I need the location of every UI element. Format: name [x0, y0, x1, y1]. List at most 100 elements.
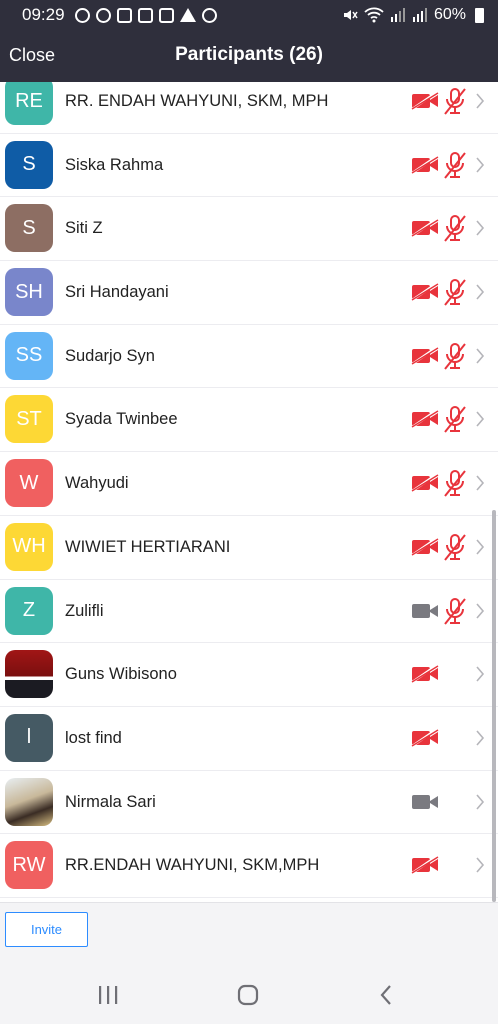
avatar [5, 650, 53, 699]
participant-name: lost find [65, 728, 122, 747]
mic-muted-icon [444, 342, 466, 370]
mic-muted-icon [444, 597, 466, 625]
video-on-icon [412, 603, 438, 618]
participant-row[interactable]: Nirmala Sari [0, 770, 498, 835]
participant-name: Syada Twinbee [65, 410, 178, 429]
video-off-icon [411, 665, 439, 684]
video-off-icon [411, 346, 439, 365]
alert-icon [179, 8, 196, 22]
video-off-icon [411, 474, 439, 493]
participant-name: Guns Wibisono [65, 665, 177, 684]
header: Close Participants (26) [0, 30, 498, 82]
wifi-icon [364, 7, 384, 23]
chevron-right-icon [476, 666, 485, 682]
video-off-icon [411, 155, 439, 174]
message-icon [116, 7, 132, 23]
participants-list[interactable]: RE RR. ENDAH WAHYUNI, SKM, MPH S Siska Rahm… [0, 82, 498, 902]
chevron-right-icon [476, 93, 485, 109]
mic-muted-icon [444, 406, 466, 434]
mic-muted-icon [444, 533, 466, 561]
video-off-icon [411, 728, 439, 747]
participant-name: Sudarjo Syn [65, 346, 155, 365]
signal-icon [412, 8, 427, 22]
participant-row[interactable]: S Siska Rahma [0, 133, 498, 198]
recent-apps-icon[interactable] [96, 984, 120, 1006]
avatar: ST [5, 395, 53, 444]
whatsapp-icon [201, 7, 217, 23]
participant-row[interactable]: l lost find [0, 706, 498, 771]
participant-row[interactable]: SH Sri Handayani [0, 261, 498, 325]
avatar: SS [5, 331, 53, 380]
participant-row[interactable]: RE RR. ENDAH WAHYUNI, SKM, MPH [0, 82, 498, 134]
participant-name: WIWIET HERTIARANI [65, 537, 231, 556]
participant-row[interactable]: SS Sudarjo Syn [0, 324, 498, 389]
mic-muted-icon [444, 151, 466, 179]
chevron-right-icon [476, 602, 485, 619]
video-off-icon [411, 856, 439, 875]
mic-muted-icon [444, 470, 466, 497]
avatar: l [5, 713, 53, 762]
status-bar: 09:29 60% [0, 0, 498, 30]
participant-row[interactable]: Guns Wibisono [0, 643, 498, 707]
video-off-icon [411, 92, 439, 110]
participant-name: Siska Rahma [65, 155, 164, 174]
avatar: Z [5, 586, 53, 635]
signal-icon [390, 8, 405, 22]
chevron-right-icon [476, 857, 485, 873]
avatar: WH [5, 522, 53, 571]
video-off-icon [411, 219, 439, 238]
video-off-icon [411, 283, 439, 302]
chevron-right-icon [476, 539, 485, 555]
participant-name: RR. ENDAH WAHYUNI, SKM, MPH [65, 92, 329, 110]
participants-screen: 09:29 60% Close Participants (26) RE RR. … [0, 0, 498, 1024]
battery-text: 60% [433, 6, 466, 23]
participant-name: Sri Handayani [65, 283, 169, 302]
avatar: RW [5, 841, 53, 890]
video-icon [158, 7, 174, 23]
chevron-right-icon [476, 730, 485, 746]
avatar: S [5, 140, 53, 189]
chevron-right-icon [476, 157, 485, 173]
battery-icon [475, 7, 484, 23]
participant-row[interactable]: ST Syada Twinbee [0, 388, 498, 453]
participant-row[interactable]: Z Zulifli [0, 579, 498, 644]
chevron-right-icon [476, 348, 485, 364]
footer: Invite [0, 902, 498, 964]
avatar: S [5, 204, 53, 253]
avatar [5, 777, 53, 826]
participant-row[interactable]: S Siti Z [0, 197, 498, 262]
mic-muted-icon [444, 215, 466, 242]
chevron-right-icon [476, 475, 485, 491]
participants-rows: RE RR. ENDAH WAHYUNI, SKM, MPH S Siska Rahm… [0, 82, 498, 898]
back-icon[interactable] [378, 984, 396, 1006]
participant-name: Zulifli [65, 601, 104, 620]
invite-button[interactable]: Invite [5, 912, 88, 947]
status-time: 09:29 [22, 5, 65, 24]
mic-muted-icon [444, 279, 466, 306]
video-off-icon [411, 537, 439, 556]
avatar: W [5, 459, 53, 508]
participant-row[interactable]: RW RR.ENDAH WAHYUNI, SKM,MPH [0, 834, 498, 898]
chevron-right-icon [476, 284, 485, 300]
mic-muted-icon [444, 88, 466, 115]
instagram-icon [95, 7, 111, 23]
avatar: RE [5, 82, 53, 125]
avatar: SH [5, 268, 53, 317]
android-nav-bar [0, 964, 498, 1024]
system-icons: 60% [342, 6, 484, 24]
chevron-right-icon [476, 794, 485, 810]
participant-row[interactable]: WH WIWIET HERTIARANI [0, 515, 498, 580]
video-off-icon [411, 410, 439, 429]
participant-name: Nirmala Sari [65, 792, 156, 811]
scrollbar[interactable] [492, 510, 496, 902]
participant-row[interactable]: W Wahyudi [0, 452, 498, 516]
video-on-icon [412, 794, 438, 809]
image-icon [137, 7, 153, 23]
home-icon[interactable] [236, 984, 260, 1006]
page-title: Participants (26) [175, 44, 323, 65]
participant-name: Wahyudi [65, 474, 129, 493]
instagram-icon [74, 7, 90, 23]
mute-icon [343, 10, 358, 20]
chevron-right-icon [476, 220, 485, 236]
chevron-right-icon [476, 411, 485, 427]
